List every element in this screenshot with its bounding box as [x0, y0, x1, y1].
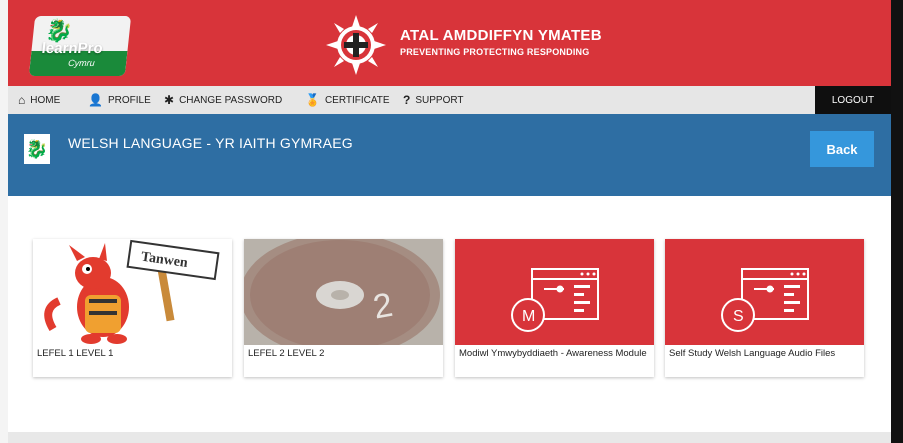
- course-card-level-1[interactable]: Tanwen LEFEL 1 LEVEL 1: [33, 239, 232, 377]
- logo-text: learnPro: [40, 40, 104, 57]
- nav-support-label: SUPPORT: [415, 94, 464, 106]
- course-card-level-2[interactable]: 2 LEFEL 2 LEVEL 2: [244, 239, 443, 377]
- nav-home-label: HOME: [30, 94, 61, 106]
- card-label: Modiwl Ymwybyddiaeth - Awareness Module: [459, 348, 647, 359]
- dragon-icon: 🐉: [44, 18, 75, 43]
- module-window-icon: M: [511, 268, 599, 332]
- course-card-self-study[interactable]: S Self Study Welsh Language Audio Files: [665, 239, 864, 377]
- home-icon: ⌂: [18, 93, 26, 107]
- fire-service-crest-icon: [326, 15, 386, 75]
- card-image-module: M: [455, 239, 654, 345]
- card-label: LEFEL 2 LEVEL 2: [248, 348, 325, 359]
- top-nav: ⌂ HOME 👤 PROFILE ✱ CHANGE PASSWORD 🏅 CER…: [8, 86, 891, 114]
- logo-subtext: Cymru: [67, 58, 96, 68]
- nav-certificate[interactable]: 🏅 CERTIFICATE: [305, 86, 390, 114]
- course-card-awareness-module[interactable]: M Modiwl Ymwybyddiaeth - Awareness Modul…: [455, 239, 654, 377]
- nav-home[interactable]: ⌂ HOME: [18, 86, 60, 114]
- nav-certificate-label: CERTIFICATE: [324, 94, 390, 106]
- tanwen-dragon-illustration: Tanwen: [33, 239, 232, 345]
- brand-subtitle: PREVENTING PROTECTING RESPONDING: [400, 47, 590, 57]
- nav-support[interactable]: ? SUPPORT: [403, 86, 464, 114]
- nav-change-password[interactable]: ✱ CHANGE PASSWORD: [164, 86, 282, 114]
- asterisk-icon: ✱: [164, 93, 175, 107]
- back-button[interactable]: Back: [810, 131, 874, 167]
- brand-title: ATAL AMDDIFFYN YMATEB: [400, 27, 602, 44]
- page-title: WELSH LANGUAGE - YR IAITH GYMRAEG: [68, 135, 353, 151]
- nav-profile-label: PROFILE: [107, 94, 151, 106]
- learnpro-logo[interactable]: 🐉 learnPro Cymru: [28, 16, 132, 76]
- cd-disc-illustration: 2: [244, 239, 443, 345]
- course-dragon-icon: 🐉: [24, 134, 50, 164]
- certificate-icon: 🏅: [305, 93, 320, 107]
- card-label: Self Study Welsh Language Audio Files: [669, 348, 836, 359]
- module-letter: M: [522, 308, 535, 325]
- user-icon: 👤: [88, 93, 103, 107]
- left-edge: [0, 0, 8, 443]
- question-icon: ?: [403, 93, 411, 107]
- card-image-self-study: S: [665, 239, 864, 345]
- nav-change-password-label: CHANGE PASSWORD: [179, 94, 283, 106]
- logout-button[interactable]: LOGOUT: [815, 86, 891, 114]
- header: 🐉 learnPro Cymru ATAL AMDDIFFYN YMATEB P…: [8, 0, 891, 86]
- footer-bar: [8, 432, 891, 443]
- self-study-window-icon: S: [721, 268, 809, 332]
- card-label: LEFEL 1 LEVEL 1: [37, 348, 114, 359]
- page-banner: 🐉 WELSH LANGUAGE - YR IAITH GYMRAEG Back: [8, 114, 891, 196]
- card-image-disc: 2: [244, 239, 443, 345]
- nav-profile[interactable]: 👤 PROFILE: [88, 86, 151, 114]
- card-image-tanwen: Tanwen: [33, 239, 232, 345]
- right-edge: [891, 0, 903, 443]
- module-letter: S: [733, 308, 744, 325]
